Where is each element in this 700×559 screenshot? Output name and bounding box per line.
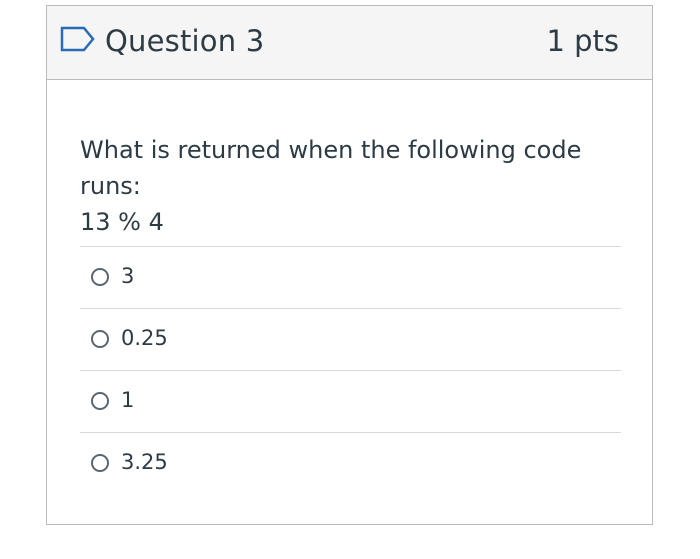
question-text-line1: What is returned when the following code…: [80, 136, 582, 200]
question-card: Question 3 1 pts What is returned when t…: [46, 5, 653, 525]
question-points: 1 pts: [546, 24, 619, 58]
question-header: Question 3 1 pts: [47, 6, 652, 80]
answer-label[interactable]: 1: [121, 386, 134, 414]
radio-button-icon[interactable]: [91, 454, 109, 472]
answer-option[interactable]: 3: [80, 246, 621, 308]
flag-outline-icon[interactable]: [60, 25, 96, 53]
answer-label[interactable]: 3.25: [121, 448, 168, 476]
radio-button-icon[interactable]: [91, 330, 109, 348]
question-body: What is returned when the following code…: [80, 132, 622, 240]
question-title: Question 3: [105, 24, 265, 58]
radio-button-icon[interactable]: [91, 392, 109, 410]
answer-option[interactable]: 0.25: [80, 308, 621, 370]
answer-label[interactable]: 3: [121, 262, 134, 290]
answer-option[interactable]: 1: [80, 370, 621, 432]
answer-option[interactable]: 3.25: [80, 432, 621, 494]
radio-button-icon[interactable]: [91, 268, 109, 286]
answer-label[interactable]: 0.25: [121, 324, 168, 352]
question-text-code: 13 % 4: [80, 208, 164, 236]
answer-list: 3 0.25 1 3.25: [80, 246, 621, 494]
